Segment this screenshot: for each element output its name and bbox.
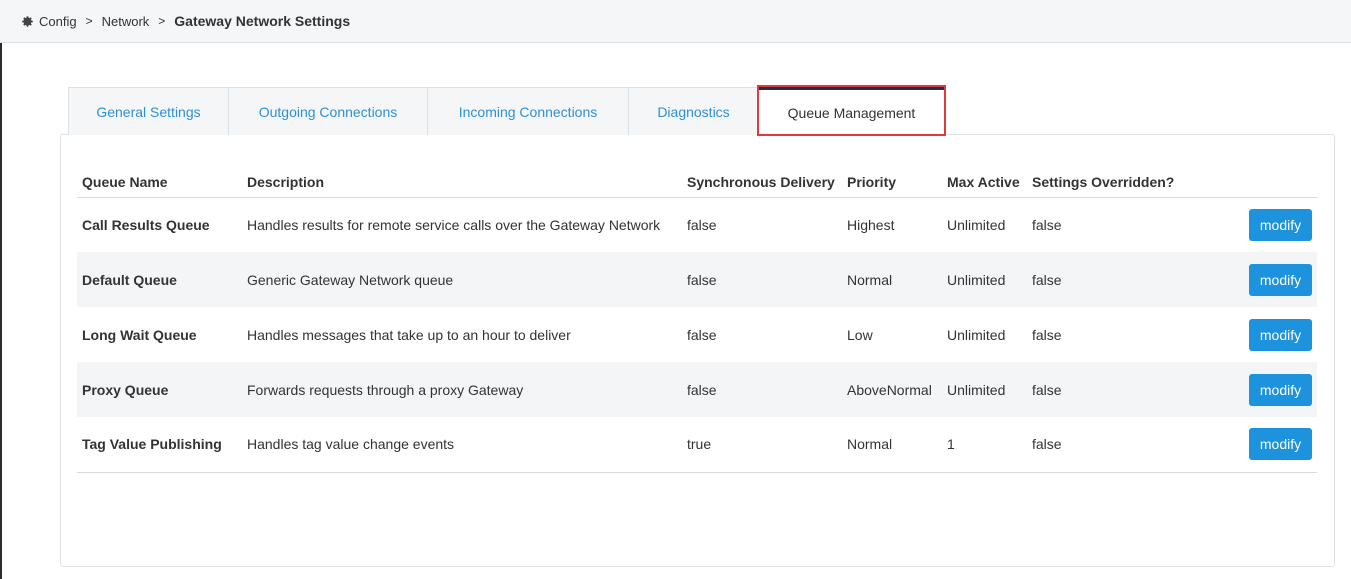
queue-priority: Highest	[847, 216, 895, 233]
queue-name: Tag Value Publishing	[77, 417, 242, 473]
tab-diagnostics[interactable]: Diagnostics	[629, 87, 759, 135]
modify-button[interactable]: modify	[1249, 208, 1312, 241]
modify-button[interactable]: modify	[1249, 428, 1312, 461]
column-header-settings-overridden: Settings Overridden?	[1027, 167, 1227, 198]
settings-tabs: General Settings Outgoing Connections In…	[68, 85, 946, 136]
row-action-cell: modify	[1227, 417, 1317, 473]
queue-priority: Low	[847, 326, 873, 343]
column-header-actions	[1227, 167, 1317, 198]
queue-priority: Normal	[842, 417, 942, 473]
queue-settings-overridden: false	[1027, 252, 1227, 307]
queue-description: Handles results for remote service calls…	[247, 216, 661, 233]
column-header-queue-name: Queue Name	[77, 167, 242, 198]
queue-max-active: Unlimited	[947, 326, 1006, 343]
queue-name: Long Wait Queue	[82, 326, 197, 343]
table-row: Call Results Queue Handles results for r…	[77, 197, 1317, 252]
modify-button[interactable]: modify	[1249, 263, 1312, 296]
column-header-description: Description	[242, 167, 682, 198]
table-row: Default Queue Generic Gateway Network qu…	[77, 252, 1317, 307]
modify-button[interactable]: modify	[1249, 318, 1312, 351]
page-title: Gateway Network Settings	[174, 13, 351, 29]
breadcrumb: Config > Network > Gateway Network Setti…	[0, 0, 1351, 43]
queue-max-active: 1	[942, 417, 1027, 473]
tab-incoming-connections[interactable]: Incoming Connections	[428, 87, 629, 135]
gear-icon	[22, 15, 33, 27]
queue-max-active: Unlimited	[942, 252, 1027, 307]
queue-sync-delivery: false	[687, 216, 717, 233]
row-action-cell: modify	[1227, 252, 1317, 307]
tab-general-settings[interactable]: General Settings	[68, 87, 229, 135]
column-header-max-active: Max Active	[942, 167, 1027, 198]
modify-button[interactable]: modify	[1249, 373, 1312, 406]
row-action-cell: modify	[1227, 362, 1317, 417]
column-header-priority: Priority	[842, 167, 942, 198]
queue-description: Handles messages that take up to an hour…	[247, 326, 571, 343]
queue-priority: AboveNormal	[842, 362, 942, 417]
queue-table: Queue Name Description Synchronous Deliv…	[77, 167, 1317, 473]
table-header-row: Queue Name Description Synchronous Deliv…	[77, 167, 1317, 198]
queue-name: Call Results Queue	[82, 216, 210, 233]
queue-settings-overridden: false	[1027, 417, 1227, 473]
row-action-cell: modify	[1227, 197, 1317, 252]
queue-max-active: Unlimited	[947, 216, 1006, 233]
queue-name: Default Queue	[77, 252, 242, 307]
queue-settings-overridden: false	[1032, 216, 1062, 233]
queue-sync-delivery: true	[682, 417, 842, 473]
table-row: Proxy Queue Forwards requests through a …	[77, 362, 1317, 417]
breadcrumb-config-link[interactable]: Config	[39, 14, 77, 29]
tab-queue-management[interactable]: Queue Management	[757, 85, 946, 136]
column-header-synchronous-delivery: Synchronous Delivery	[682, 167, 842, 198]
queue-priority: Normal	[842, 252, 942, 307]
queue-description: Generic Gateway Network queue	[242, 252, 682, 307]
queue-sync-delivery: false	[687, 326, 717, 343]
queue-sync-delivery: false	[682, 252, 842, 307]
queue-description: Handles tag value change events	[242, 417, 682, 473]
breadcrumb-separator: >	[85, 14, 93, 28]
queue-description: Forwards requests through a proxy Gatewa…	[242, 362, 682, 417]
queue-settings-overridden: false	[1032, 326, 1062, 343]
tab-outgoing-connections[interactable]: Outgoing Connections	[229, 87, 428, 135]
queue-name: Proxy Queue	[77, 362, 242, 417]
breadcrumb-network-link[interactable]: Network	[102, 14, 150, 29]
queue-max-active: Unlimited	[942, 362, 1027, 417]
queue-settings-overridden: false	[1027, 362, 1227, 417]
table-row: Tag Value Publishing Handles tag value c…	[77, 417, 1317, 473]
table-row: Long Wait Queue Handles messages that ta…	[77, 307, 1317, 362]
queue-sync-delivery: false	[682, 362, 842, 417]
breadcrumb-separator: >	[158, 14, 166, 28]
row-action-cell: modify	[1227, 307, 1317, 362]
